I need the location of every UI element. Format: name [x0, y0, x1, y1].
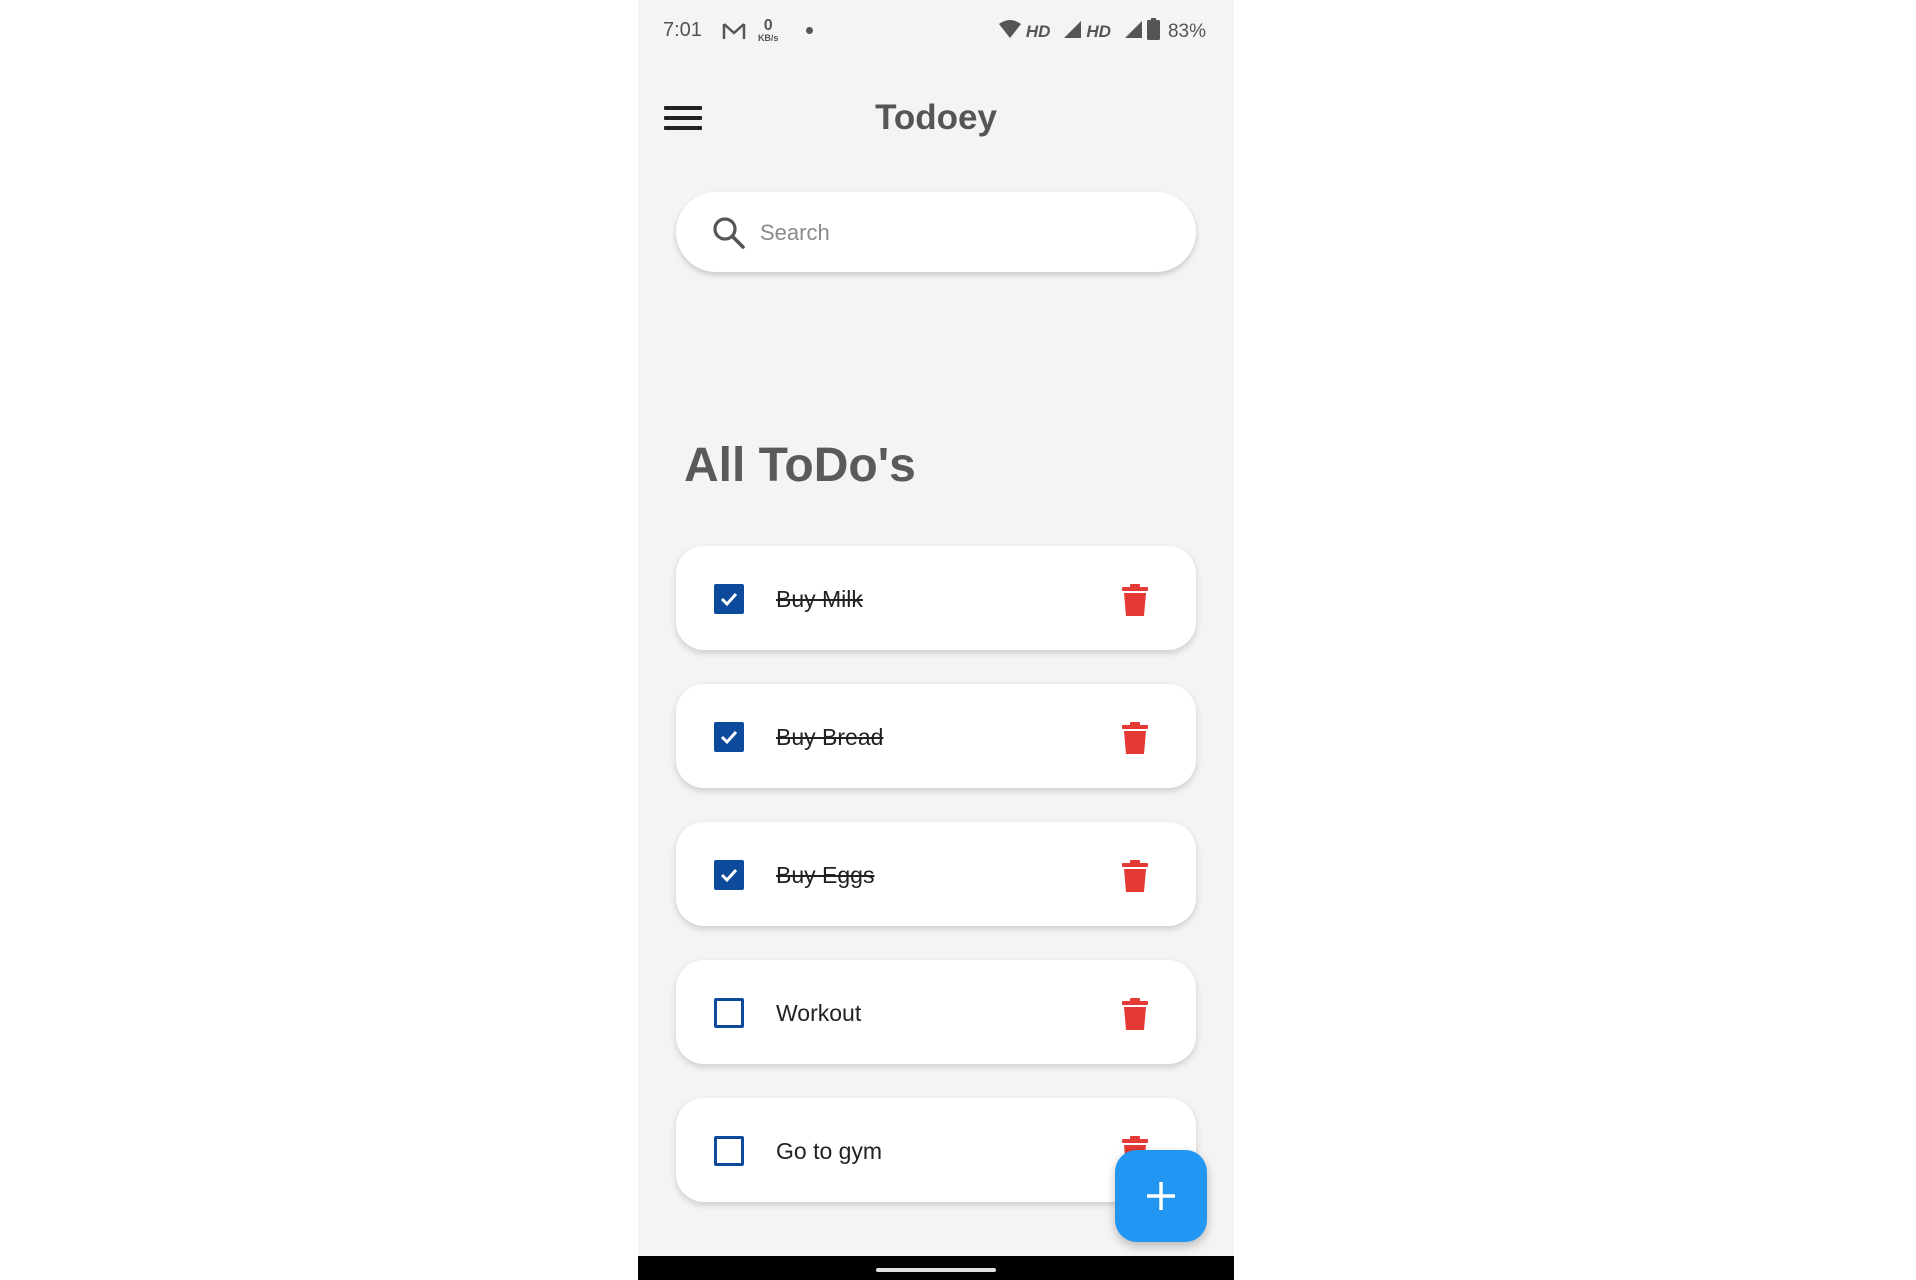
todo-checkbox[interactable] — [714, 1136, 744, 1166]
gmail-icon — [722, 21, 746, 41]
trash-icon[interactable] — [1121, 860, 1149, 892]
trash-icon[interactable] — [1121, 998, 1149, 1030]
battery-icon — [1146, 18, 1160, 46]
navigation-bar — [638, 1256, 1234, 1280]
home-gesture-handle[interactable] — [876, 1268, 996, 1272]
status-bar: 7:01 0 KB/s HD HD 83% — [638, 0, 1234, 60]
search-icon — [712, 216, 746, 250]
todo-text: Buy Bread — [776, 724, 884, 750]
todo-item[interactable]: Buy Eggs — [676, 822, 1196, 926]
signal-icon — [1123, 19, 1143, 45]
phone-screen: 7:01 0 KB/s HD HD 83% Todoey Search All … — [638, 0, 1234, 1280]
status-left: 7:01 0 KB/s — [663, 18, 814, 43]
todo-checkbox[interactable] — [714, 860, 744, 890]
todo-text: Go to gym — [776, 1138, 883, 1164]
todo-checkbox[interactable] — [714, 998, 744, 1028]
todo-text: Buy Milk — [776, 586, 863, 612]
search-input[interactable] — [758, 210, 1172, 256]
signal-icon — [1062, 19, 1082, 45]
search-bar[interactable] — [676, 192, 1196, 272]
app-title: Todoey — [875, 98, 997, 137]
status-time: 7:01 — [663, 19, 702, 41]
network-speed: 0 KB/s — [758, 18, 779, 43]
status-right: HD HD 83% — [998, 18, 1206, 46]
todo-text: Buy Eggs — [776, 862, 875, 888]
add-todo-button[interactable] — [1115, 1150, 1207, 1242]
wifi-icon — [998, 19, 1022, 45]
todo-text: Workout — [776, 1000, 862, 1026]
hd-label: HD — [1025, 22, 1051, 41]
todo-item[interactable]: Workout — [676, 960, 1196, 1064]
battery-percent: 83% — [1167, 21, 1206, 42]
todo-item[interactable]: Buy Milk — [676, 546, 1196, 650]
todo-checkbox[interactable] — [714, 722, 744, 752]
hd-label: HD — [1086, 22, 1111, 41]
network-speed-unit: KB/s — [757, 33, 779, 43]
network-speed-value: 0 — [763, 17, 773, 34]
trash-icon[interactable] — [1121, 584, 1149, 616]
todo-item[interactable]: Buy Bread — [676, 684, 1196, 788]
trash-icon[interactable] — [1121, 722, 1149, 754]
todo-checkbox[interactable] — [714, 584, 744, 614]
notification-dot-icon — [806, 27, 814, 34]
section-title: All ToDo's — [684, 439, 916, 492]
